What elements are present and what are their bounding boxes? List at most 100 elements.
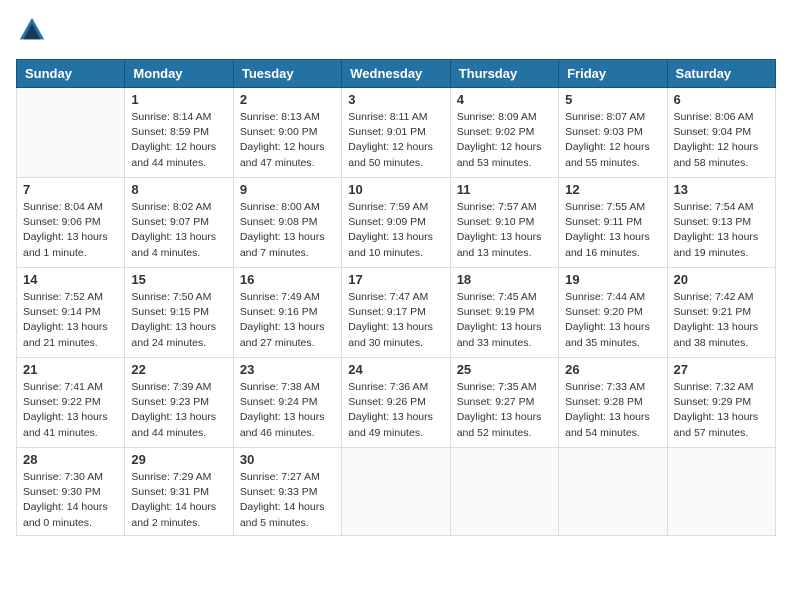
- weekday-header-wednesday: Wednesday: [342, 60, 450, 88]
- calendar-cell: 29Sunrise: 7:29 AM Sunset: 9:31 PM Dayli…: [125, 448, 233, 536]
- day-info: Sunrise: 7:30 AM Sunset: 9:30 PM Dayligh…: [23, 470, 118, 531]
- day-number: 6: [674, 92, 769, 107]
- weekday-header-saturday: Saturday: [667, 60, 775, 88]
- day-info: Sunrise: 7:35 AM Sunset: 9:27 PM Dayligh…: [457, 380, 552, 441]
- day-info: Sunrise: 7:29 AM Sunset: 9:31 PM Dayligh…: [131, 470, 226, 531]
- calendar-cell: 8 Sunrise: 8:02 AM Sunset: 9:07 PM Daylig…: [125, 178, 233, 268]
- calendar-cell: 24 Sunrise: 7:36 AM Sunset: 9:26 PM Dayli…: [342, 358, 450, 448]
- weekday-header-friday: Friday: [559, 60, 667, 88]
- day-number: 2: [240, 92, 335, 107]
- weekday-header-thursday: Thursday: [450, 60, 558, 88]
- day-info: Sunrise: 7:55 AM Sunset: 9:11 PM Dayligh…: [565, 200, 660, 261]
- calendar-cell: 22 Sunrise: 7:39 AM Sunset: 9:23 PM Dayli…: [125, 358, 233, 448]
- logo-icon: [18, 16, 46, 44]
- day-info: Sunrise: 7:33 AM Sunset: 9:28 PM Dayligh…: [565, 380, 660, 441]
- day-number: 30: [240, 452, 335, 467]
- calendar-cell: [17, 88, 125, 178]
- day-number: 23: [240, 362, 335, 377]
- calendar-cell: 10 Sunrise: 7:59 AM Sunset: 9:09 PM Dayli…: [342, 178, 450, 268]
- day-number: 22: [131, 362, 226, 377]
- day-number: 13: [674, 182, 769, 197]
- week-row-1: 1 Sunrise: 8:14 AM Sunset: 8:59 PM Daylig…: [17, 88, 776, 178]
- day-number: 28: [23, 452, 118, 467]
- day-info: Sunrise: 7:44 AM Sunset: 9:20 PM Dayligh…: [565, 290, 660, 351]
- day-info: Sunrise: 7:42 AM Sunset: 9:21 PM Dayligh…: [674, 290, 769, 351]
- day-number: 4: [457, 92, 552, 107]
- calendar-cell: 21 Sunrise: 7:41 AM Sunset: 9:22 PM Dayli…: [17, 358, 125, 448]
- calendar-header: SundayMondayTuesdayWednesdayThursdayFrid…: [17, 60, 776, 88]
- day-info: Sunrise: 8:00 AM Sunset: 9:08 PM Dayligh…: [240, 200, 335, 261]
- calendar-cell: [450, 448, 558, 536]
- day-info: Sunrise: 8:13 AM Sunset: 9:00 PM Dayligh…: [240, 110, 335, 171]
- day-info: Sunrise: 7:27 AM Sunset: 9:33 PM Dayligh…: [240, 470, 335, 531]
- calendar-cell: 13 Sunrise: 7:54 AM Sunset: 9:13 PM Dayli…: [667, 178, 775, 268]
- day-number: 25: [457, 362, 552, 377]
- calendar-cell: 11 Sunrise: 7:57 AM Sunset: 9:10 PM Dayli…: [450, 178, 558, 268]
- calendar-cell: 27 Sunrise: 7:32 AM Sunset: 9:29 PM Dayli…: [667, 358, 775, 448]
- day-number: 19: [565, 272, 660, 287]
- weekday-header-row: SundayMondayTuesdayWednesdayThursdayFrid…: [17, 60, 776, 88]
- week-row-2: 7Sunrise: 8:04 AM Sunset: 9:06 PM Daylig…: [17, 178, 776, 268]
- calendar-cell: 14Sunrise: 7:52 AM Sunset: 9:14 PM Dayli…: [17, 268, 125, 358]
- weekday-header-monday: Monday: [125, 60, 233, 88]
- calendar-cell: 3 Sunrise: 8:11 AM Sunset: 9:01 PM Daylig…: [342, 88, 450, 178]
- calendar-cell: [667, 448, 775, 536]
- day-number: 9: [240, 182, 335, 197]
- calendar-cell: 18Sunrise: 7:45 AM Sunset: 9:19 PM Dayli…: [450, 268, 558, 358]
- day-number: 8: [131, 182, 226, 197]
- day-number: 7: [23, 182, 118, 197]
- day-info: Sunrise: 7:47 AM Sunset: 9:17 PM Dayligh…: [348, 290, 443, 351]
- day-info: Sunrise: 7:39 AM Sunset: 9:23 PM Dayligh…: [131, 380, 226, 441]
- day-number: 5: [565, 92, 660, 107]
- day-number: 12: [565, 182, 660, 197]
- calendar-cell: 9 Sunrise: 8:00 AM Sunset: 9:08 PM Daylig…: [233, 178, 341, 268]
- calendar-cell: 20 Sunrise: 7:42 AM Sunset: 9:21 PM Dayli…: [667, 268, 775, 358]
- day-number: 17: [348, 272, 443, 287]
- day-number: 27: [674, 362, 769, 377]
- calendar-cell: 5 Sunrise: 8:07 AM Sunset: 9:03 PM Daylig…: [559, 88, 667, 178]
- day-info: Sunrise: 7:52 AM Sunset: 9:14 PM Dayligh…: [23, 290, 118, 351]
- day-number: 24: [348, 362, 443, 377]
- calendar-cell: 17 Sunrise: 7:47 AM Sunset: 9:17 PM Dayli…: [342, 268, 450, 358]
- calendar-cell: 25 Sunrise: 7:35 AM Sunset: 9:27 PM Dayli…: [450, 358, 558, 448]
- calendar-cell: 4Sunrise: 8:09 AM Sunset: 9:02 PM Daylig…: [450, 88, 558, 178]
- calendar-cell: 23 Sunrise: 7:38 AM Sunset: 9:24 PM Dayli…: [233, 358, 341, 448]
- day-number: 1: [131, 92, 226, 107]
- day-number: 20: [674, 272, 769, 287]
- logo: [16, 16, 46, 49]
- calendar-cell: 26 Sunrise: 7:33 AM Sunset: 9:28 PM Dayli…: [559, 358, 667, 448]
- calendar-cell: [559, 448, 667, 536]
- weekday-header-sunday: Sunday: [17, 60, 125, 88]
- day-info: Sunrise: 7:54 AM Sunset: 9:13 PM Dayligh…: [674, 200, 769, 261]
- day-number: 10: [348, 182, 443, 197]
- day-number: 26: [565, 362, 660, 377]
- calendar-body: 1 Sunrise: 8:14 AM Sunset: 8:59 PM Daylig…: [17, 88, 776, 536]
- day-info: Sunrise: 8:11 AM Sunset: 9:01 PM Dayligh…: [348, 110, 443, 171]
- day-info: Sunrise: 7:49 AM Sunset: 9:16 PM Dayligh…: [240, 290, 335, 351]
- day-number: 3: [348, 92, 443, 107]
- day-info: Sunrise: 8:14 AM Sunset: 8:59 PM Dayligh…: [131, 110, 226, 171]
- day-info: Sunrise: 7:32 AM Sunset: 9:29 PM Dayligh…: [674, 380, 769, 441]
- calendar-cell: [342, 448, 450, 536]
- calendar-table: SundayMondayTuesdayWednesdayThursdayFrid…: [16, 59, 776, 536]
- calendar-cell: 1 Sunrise: 8:14 AM Sunset: 8:59 PM Daylig…: [125, 88, 233, 178]
- day-info: Sunrise: 7:59 AM Sunset: 9:09 PM Dayligh…: [348, 200, 443, 261]
- calendar-cell: 6 Sunrise: 8:06 AM Sunset: 9:04 PM Daylig…: [667, 88, 775, 178]
- day-info: Sunrise: 7:36 AM Sunset: 9:26 PM Dayligh…: [348, 380, 443, 441]
- calendar-cell: 19 Sunrise: 7:44 AM Sunset: 9:20 PM Dayli…: [559, 268, 667, 358]
- day-info: Sunrise: 8:02 AM Sunset: 9:07 PM Dayligh…: [131, 200, 226, 261]
- calendar-cell: 2 Sunrise: 8:13 AM Sunset: 9:00 PM Daylig…: [233, 88, 341, 178]
- day-info: Sunrise: 8:06 AM Sunset: 9:04 PM Dayligh…: [674, 110, 769, 171]
- calendar-cell: 7Sunrise: 8:04 AM Sunset: 9:06 PM Daylig…: [17, 178, 125, 268]
- calendar-cell: 28 Sunrise: 7:30 AM Sunset: 9:30 PM Dayli…: [17, 448, 125, 536]
- day-number: 11: [457, 182, 552, 197]
- day-info: Sunrise: 7:41 AM Sunset: 9:22 PM Dayligh…: [23, 380, 118, 441]
- week-row-3: 14Sunrise: 7:52 AM Sunset: 9:14 PM Dayli…: [17, 268, 776, 358]
- day-number: 21: [23, 362, 118, 377]
- day-info: Sunrise: 7:57 AM Sunset: 9:10 PM Dayligh…: [457, 200, 552, 261]
- calendar-cell: 16 Sunrise: 7:49 AM Sunset: 9:16 PM Dayli…: [233, 268, 341, 358]
- day-info: Sunrise: 8:07 AM Sunset: 9:03 PM Dayligh…: [565, 110, 660, 171]
- day-number: 16: [240, 272, 335, 287]
- day-info: Sunrise: 7:38 AM Sunset: 9:24 PM Dayligh…: [240, 380, 335, 441]
- day-info: Sunrise: 7:50 AM Sunset: 9:15 PM Dayligh…: [131, 290, 226, 351]
